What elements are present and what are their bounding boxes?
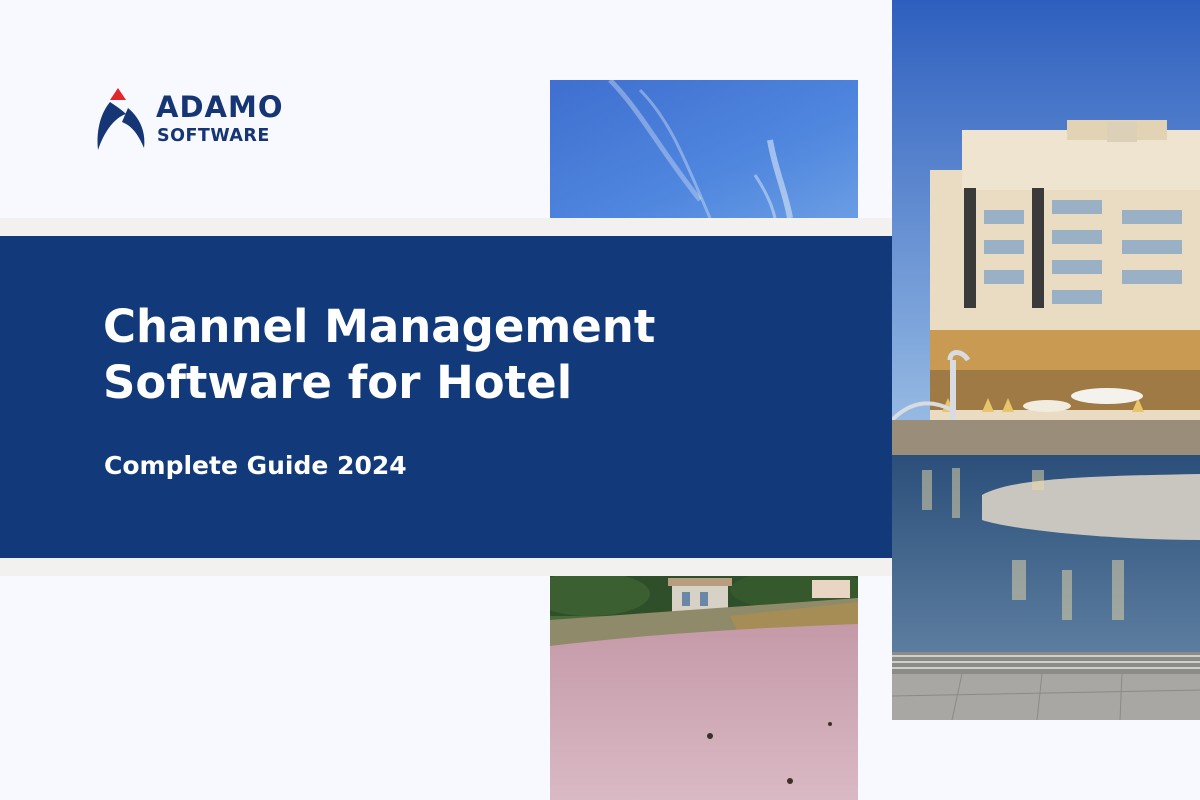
headline-line2: Software for Hotel (103, 356, 573, 409)
sky-photo (550, 80, 858, 218)
subtitle: Complete Guide 2024 (104, 451, 407, 480)
brand-logo: ADAMO SOFTWARE (92, 88, 322, 158)
headline-line1: Channel Management (103, 300, 656, 353)
logo-wordmark-line1: ADAMO (156, 90, 284, 124)
logo-wordmark-line2: SOFTWARE (157, 126, 270, 146)
title-band: Channel Management Software for Hotel Co… (0, 236, 892, 558)
headline: Channel Management Software for Hotel (103, 299, 655, 411)
adamo-swoosh-logo-icon (97, 88, 145, 150)
hotel-photo (892, 0, 1200, 720)
beach-photo (550, 576, 858, 800)
